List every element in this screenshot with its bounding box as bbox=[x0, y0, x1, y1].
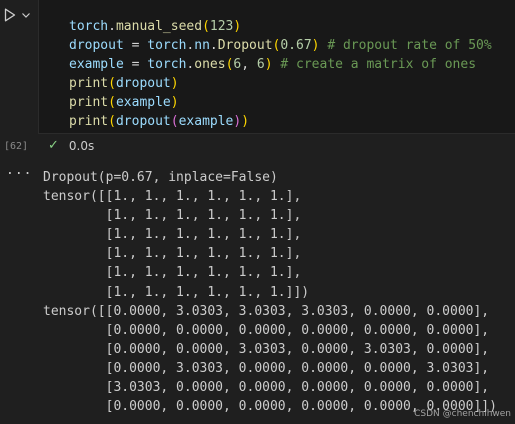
code-token: print bbox=[69, 114, 109, 129]
code-token: manual_seed bbox=[115, 19, 203, 34]
code-token: example bbox=[115, 95, 171, 110]
output-line: tensor([[1., 1., 1., 1., 1., 1.], bbox=[43, 189, 302, 205]
notebook-view: torch.manual_seed(123) dropout = torch.nn… bbox=[0, 0, 515, 424]
code-token: nn bbox=[194, 38, 210, 53]
code-token: torch bbox=[147, 38, 187, 53]
code-token: ( bbox=[108, 95, 116, 110]
code-token: print bbox=[69, 76, 109, 91]
output-line: [1., 1., 1., 1., 1., 1.]]) bbox=[43, 284, 310, 300]
code-token: # dropout rate of 50% bbox=[319, 38, 492, 53]
play-icon bbox=[4, 8, 16, 22]
code-token: . bbox=[209, 38, 218, 53]
code-token: ) bbox=[170, 76, 179, 91]
chevron-down-icon bbox=[22, 13, 30, 18]
output-line: [0.0000, 0.0000, 0.0000, 0.0000, 0.0000,… bbox=[43, 322, 490, 338]
code-line[interactable]: example = torch.ones(6, 6) # create a ma… bbox=[69, 55, 492, 74]
output-line: [1., 1., 1., 1., 1., 1.], bbox=[43, 227, 302, 243]
output-line: tensor([[0.0000, 3.0303, 3.0303, 3.0303,… bbox=[43, 303, 490, 319]
output-line: [1., 1., 1., 1., 1., 1.], bbox=[43, 265, 302, 281]
code-token: ) bbox=[311, 38, 320, 53]
code-token: Dropout bbox=[217, 38, 273, 53]
code-token: ( bbox=[108, 114, 116, 129]
output-line: [0.0000, 0.0000, 3.0303, 0.0000, 3.0303,… bbox=[43, 341, 490, 357]
code-token: , bbox=[241, 57, 257, 72]
code-token: = bbox=[123, 57, 148, 72]
code-line[interactable]: print(example) bbox=[69, 93, 492, 112]
code-cell-editor[interactable]: torch.manual_seed(123) dropout = torch.nn… bbox=[38, 0, 515, 134]
output-more-button[interactable]: ... bbox=[6, 163, 32, 178]
code-token: . bbox=[108, 19, 116, 34]
code-token: 0.67 bbox=[280, 38, 312, 53]
code-token: dropout bbox=[115, 76, 171, 91]
code-token: 123 bbox=[209, 19, 234, 34]
code-token: dropout bbox=[115, 114, 171, 129]
code-token: example bbox=[178, 114, 234, 129]
output-line: [0.0000, 3.0303, 0.0000, 0.0000, 0.0000,… bbox=[43, 360, 490, 376]
output-line: [3.0303, 0.0000, 0.0000, 0.0000, 0.0000,… bbox=[43, 380, 490, 396]
code-token: ( bbox=[202, 19, 210, 34]
code-token: ones bbox=[194, 57, 226, 72]
code-token: ) bbox=[170, 95, 179, 110]
output-line: [1., 1., 1., 1., 1., 1.], bbox=[43, 208, 302, 224]
code-line[interactable]: print(dropout) bbox=[69, 74, 492, 93]
execution-count: [62] bbox=[4, 141, 29, 152]
check-icon: ✓ bbox=[48, 138, 59, 153]
code-line[interactable]: dropout = torch.nn.Dropout(0.67) # dropo… bbox=[69, 36, 492, 55]
code-line[interactable]: torch.manual_seed(123) bbox=[69, 17, 492, 36]
code-token: 6 bbox=[256, 57, 265, 72]
execution-status: ✓ 0.0s bbox=[48, 138, 94, 153]
run-cell-button[interactable] bbox=[2, 6, 18, 24]
code-token: ( bbox=[170, 114, 179, 129]
code-token: # create a matrix of ones bbox=[272, 57, 477, 72]
output-line: Dropout(p=0.67, inplace=False) bbox=[43, 170, 278, 185]
code-line[interactable]: print(dropout(example)) bbox=[69, 112, 492, 131]
code-token: torch bbox=[147, 57, 187, 72]
code-token: print bbox=[69, 95, 109, 110]
code-token: ) bbox=[241, 114, 250, 129]
watermark: CSDN @chenchihwen bbox=[414, 409, 511, 419]
code-token: ) bbox=[233, 19, 242, 34]
code-text[interactable]: torch.manual_seed(123) dropout = torch.nn… bbox=[69, 17, 492, 131]
code-token: example bbox=[69, 57, 124, 72]
code-token: dropout bbox=[69, 38, 124, 53]
cell-toolbar bbox=[2, 6, 32, 24]
code-token: = bbox=[123, 38, 148, 53]
code-token: torch bbox=[69, 19, 109, 34]
output-line: [1., 1., 1., 1., 1., 1.], bbox=[43, 246, 302, 262]
cell-output: Dropout(p=0.67, inplace=False) tensor([[1… bbox=[43, 168, 497, 416]
code-token: ( bbox=[108, 76, 116, 91]
execution-duration: 0.0s bbox=[68, 138, 95, 153]
run-options-button[interactable] bbox=[20, 6, 32, 24]
code-token: ) bbox=[264, 57, 273, 72]
